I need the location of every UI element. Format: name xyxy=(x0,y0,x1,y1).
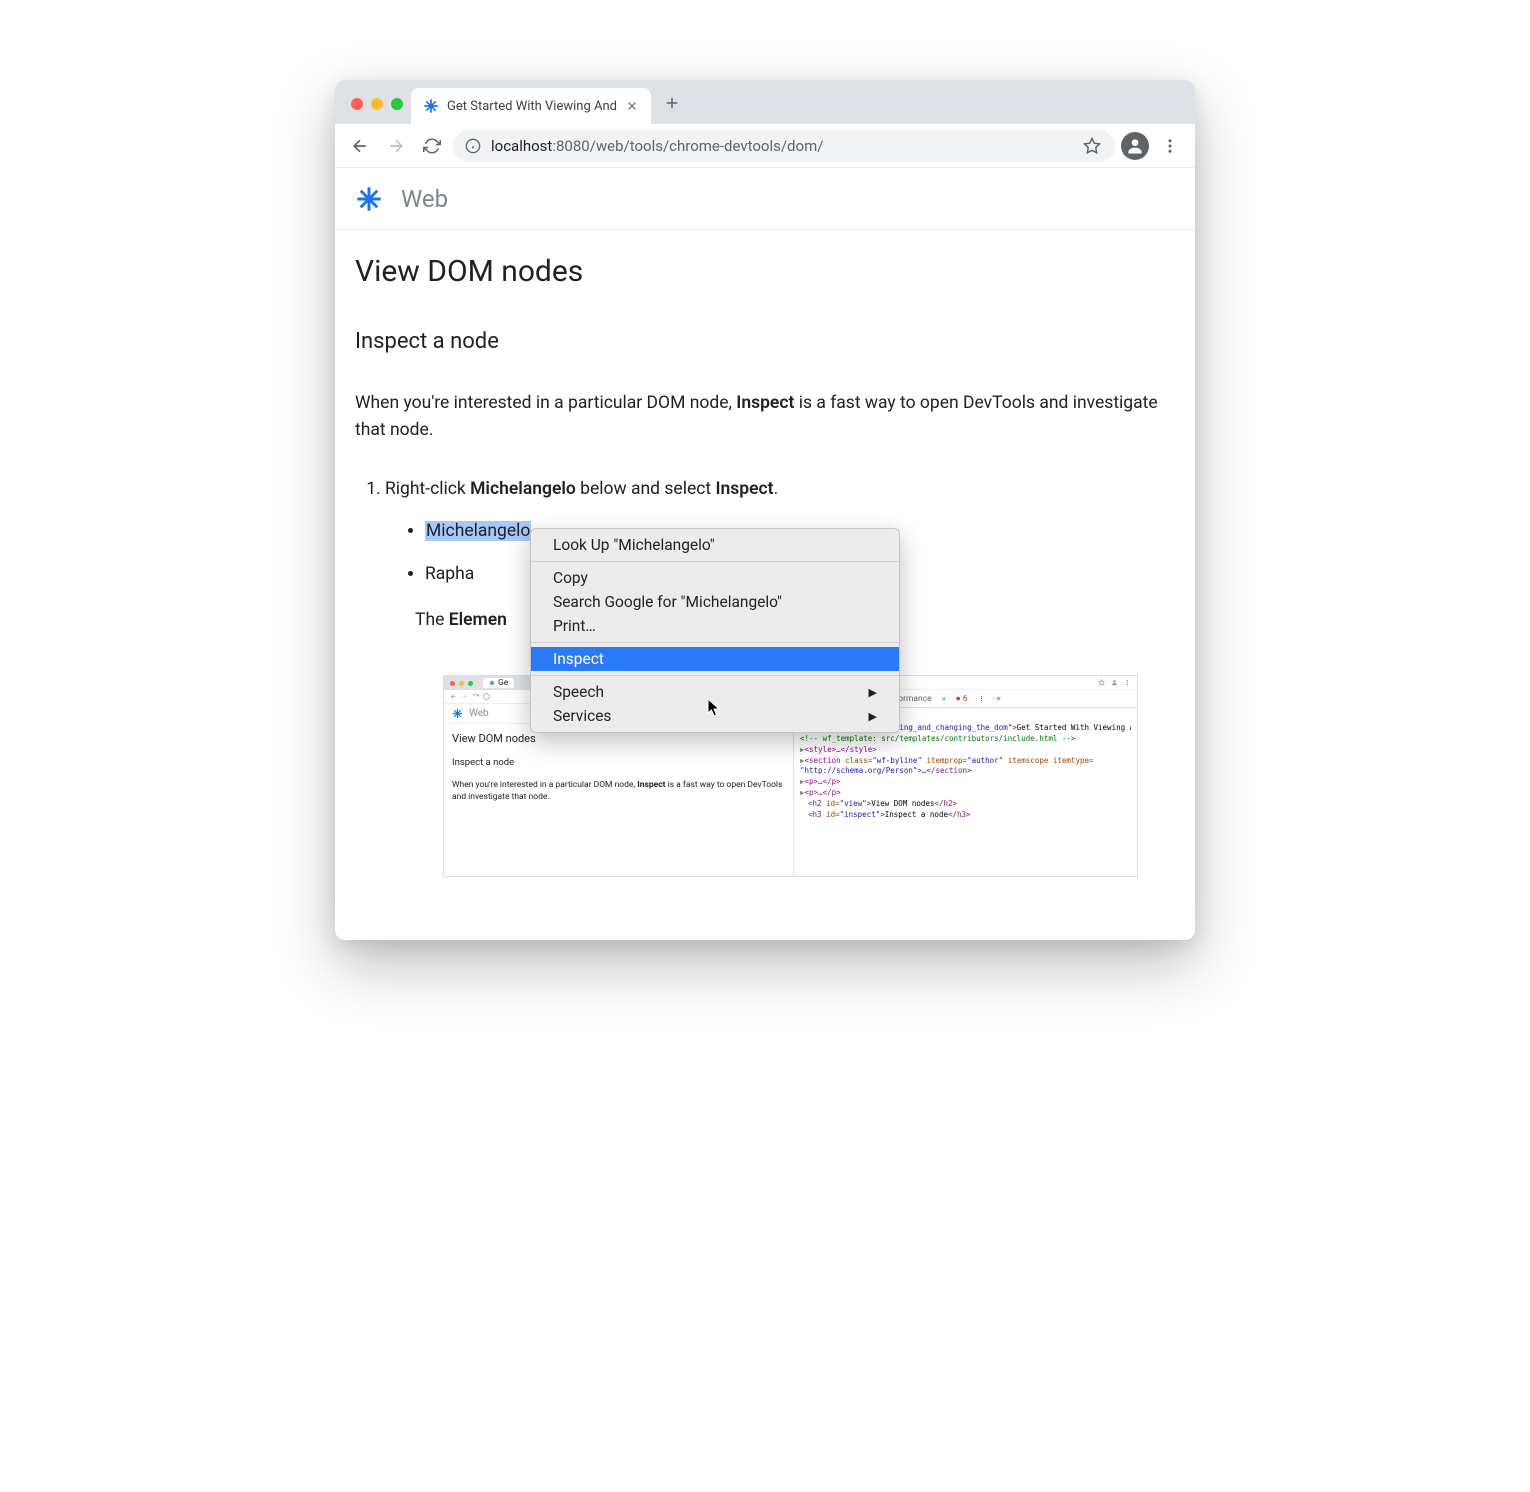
person-icon xyxy=(1111,679,1118,686)
address-bar[interactable]: localhost:8080/web/tools/chrome-devtools… xyxy=(453,130,1115,162)
chevron-right-icon: ▶ xyxy=(869,710,877,723)
page-heading: View DOM nodes xyxy=(355,254,1175,289)
browser-tab[interactable]: Get Started With Viewing And xyxy=(411,88,651,124)
info-icon xyxy=(465,138,481,154)
maximize-window-button[interactable] xyxy=(391,98,403,110)
info-icon xyxy=(483,693,490,700)
arrow-right-icon xyxy=(386,136,406,156)
site-logo-icon xyxy=(355,185,383,213)
asterisk-icon xyxy=(423,98,439,114)
new-tab-button[interactable] xyxy=(651,94,693,124)
devtools-error-count: ● 6 xyxy=(956,693,968,704)
context-item-inspect[interactable]: Inspect xyxy=(531,647,899,671)
nested-maximize-button xyxy=(468,681,473,686)
highlighted-text: Michelangelo xyxy=(425,521,531,541)
context-item-lookup[interactable]: Look Up "Michelangelo" xyxy=(531,533,899,557)
bookmark-star-icon[interactable] xyxy=(1083,137,1101,155)
browser-menu-button[interactable] xyxy=(1155,131,1185,161)
nested-minimize-button xyxy=(459,681,464,686)
context-item-label: Speech xyxy=(553,683,604,701)
context-separator xyxy=(531,675,899,676)
nested-site-name: Web xyxy=(469,708,489,719)
browser-window: Get Started With Viewing And localhost:8… xyxy=(335,80,1195,940)
devtools-more: » xyxy=(942,694,946,704)
site-header: Web xyxy=(335,168,1195,230)
nested-tab-title: Ge xyxy=(498,678,508,688)
close-tab-icon[interactable] xyxy=(625,99,639,113)
minimize-window-button[interactable] xyxy=(371,98,383,110)
context-item-print[interactable]: Print… xyxy=(531,614,899,638)
toolbar: localhost:8080/web/tools/chrome-devtools… xyxy=(335,124,1195,168)
context-item-search[interactable]: Search Google for "Michelangelo" xyxy=(531,590,899,614)
page-content: View DOM nodes Inspect a node When you'r… xyxy=(335,230,1195,670)
context-separator xyxy=(531,561,899,562)
url-port: :8080 xyxy=(552,137,589,155)
arrow-left-icon xyxy=(450,693,457,700)
kebab-menu-icon xyxy=(1124,679,1131,686)
asterisk-icon xyxy=(452,708,463,719)
asterisk-icon xyxy=(489,680,495,686)
reload-icon xyxy=(423,137,441,155)
person-icon xyxy=(1125,136,1145,156)
nested-paragraph: When you're interested in a particular D… xyxy=(452,780,785,804)
section-heading: Inspect a node xyxy=(355,329,1175,354)
arrow-left-icon xyxy=(350,136,370,156)
url-text: localhost:8080/web/tools/chrome-devtools… xyxy=(491,137,1073,155)
intro-paragraph: When you're interested in a particular D… xyxy=(355,390,1175,444)
kebab-menu-icon xyxy=(978,695,985,702)
nested-heading: View DOM nodes xyxy=(452,732,785,745)
forward-button[interactable] xyxy=(381,131,411,161)
reload-icon xyxy=(472,693,479,700)
back-button[interactable] xyxy=(345,131,375,161)
nested-subheading: Inspect a node xyxy=(452,757,785,768)
url-path: /web/tools/chrome-devtools/dom/ xyxy=(590,137,824,155)
site-name: Web xyxy=(401,185,448,213)
nested-content: View DOM nodes Inspect a node When you'r… xyxy=(444,724,793,812)
arrow-right-icon xyxy=(461,693,468,700)
cursor-icon xyxy=(707,698,723,718)
context-item-label: Services xyxy=(553,707,611,725)
profile-avatar[interactable] xyxy=(1121,132,1149,160)
context-item-copy[interactable]: Copy xyxy=(531,566,899,590)
close-icon xyxy=(995,695,1002,702)
nested-tab: Ge xyxy=(483,678,514,688)
reload-button[interactable] xyxy=(417,131,447,161)
url-host: localhost xyxy=(491,137,552,155)
tab-title: Get Started With Viewing And xyxy=(447,99,617,114)
context-separator xyxy=(531,642,899,643)
nested-close-button xyxy=(450,681,455,686)
star-icon xyxy=(1098,679,1105,686)
kebab-menu-icon xyxy=(1161,137,1179,155)
traffic-lights xyxy=(347,98,411,124)
tab-bar: Get Started With Viewing And xyxy=(335,80,1195,124)
close-window-button[interactable] xyxy=(351,98,363,110)
chevron-right-icon: ▶ xyxy=(869,686,877,699)
plus-icon xyxy=(663,94,681,112)
